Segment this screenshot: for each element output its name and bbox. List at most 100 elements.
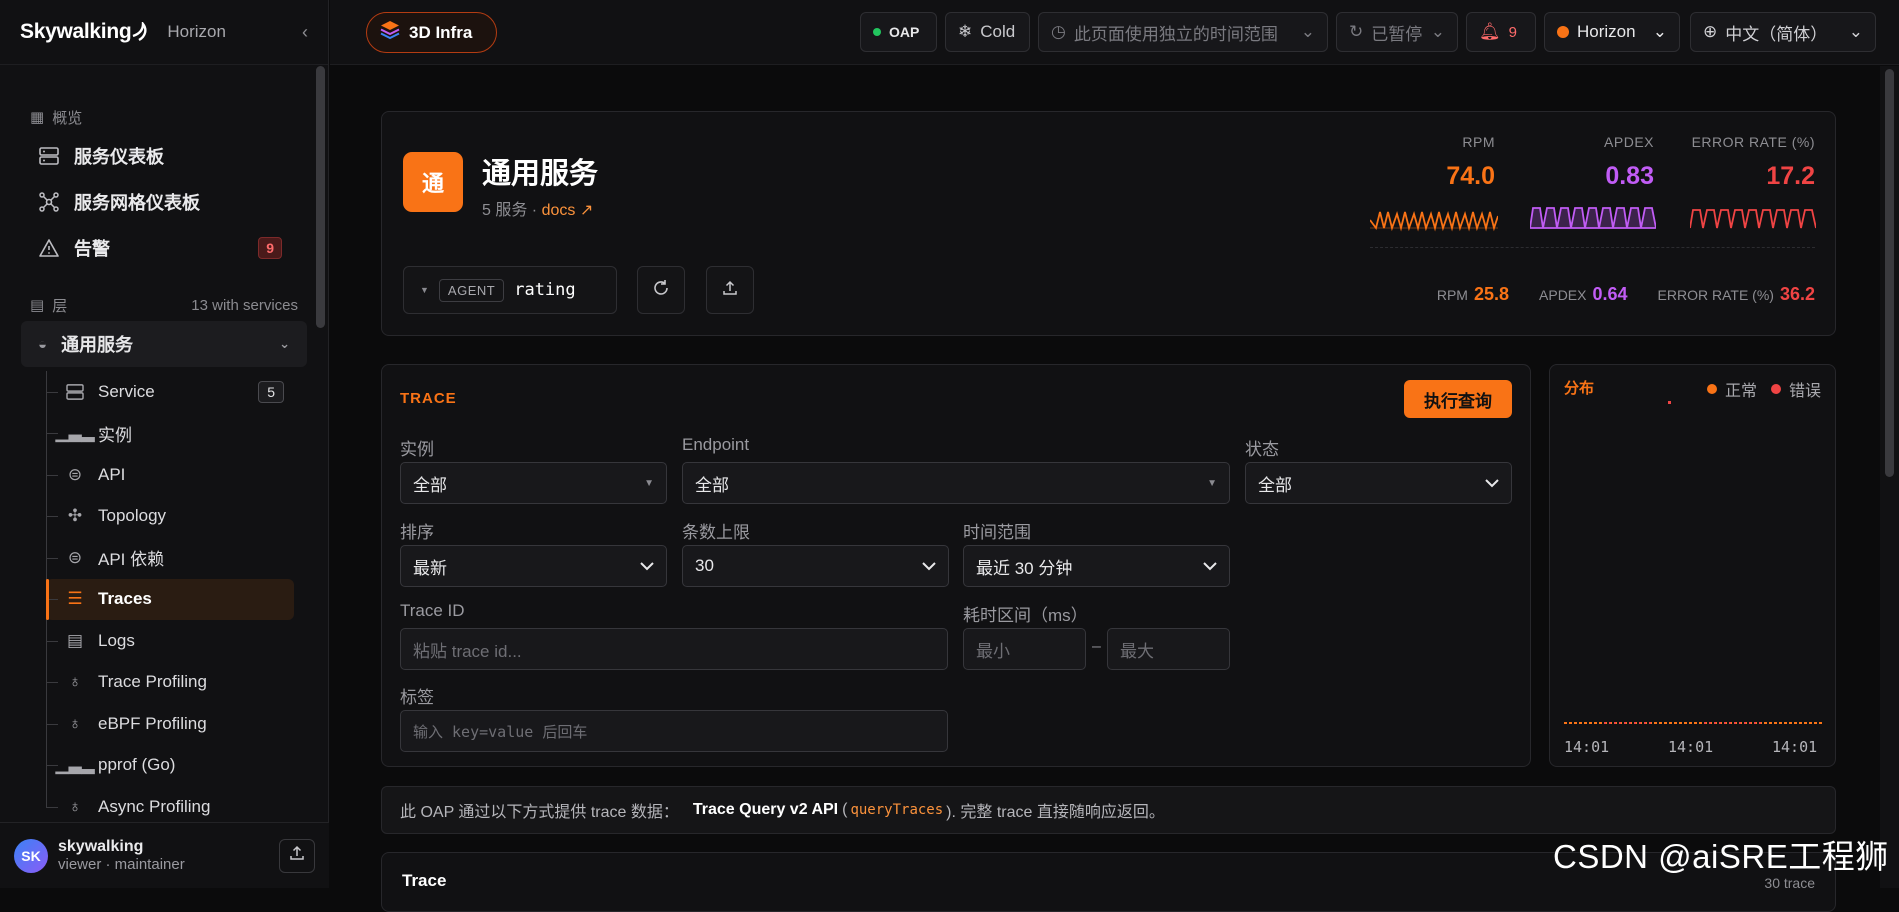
warning-icon <box>38 237 60 259</box>
caret-down-icon: ▼ <box>420 285 429 295</box>
nav-label: 告警 <box>74 239 110 259</box>
auto-refresh-toggle[interactable]: ↻ 已暂停 ⌄ <box>1336 12 1458 52</box>
layer-subnav: Service 5 ▁▃▂ 实例 ⊜ API ✣ Topology ⊜ API … <box>46 371 328 828</box>
metric-apdex: APDEX 0.83 <box>1604 134 1654 191</box>
status-select[interactable]: 全部 <box>1245 462 1512 504</box>
bell-icon: 🔔︎ <box>1479 22 1501 41</box>
sort-select[interactable]: 最新 <box>400 545 667 587</box>
docs-link[interactable]: docs ↗ <box>542 202 594 219</box>
service-count-text: 5 服务 · <box>482 202 538 219</box>
status-dot <box>873 28 881 36</box>
x-tick: 14:01 <box>1772 738 1818 756</box>
run-query-button[interactable]: 执行查询 <box>1404 380 1512 418</box>
distribution-baseline <box>1564 722 1822 724</box>
time-range-select[interactable]: ◷ 此页面使用独立的时间范围 ⌄ <box>1038 12 1328 52</box>
status-label: 状态 <box>1245 440 1279 459</box>
error-rate-sparkline <box>1690 209 1816 229</box>
layer-section-label: 层 <box>52 297 68 315</box>
distribution-title: 分布 <box>1564 380 1595 397</box>
sub-metric-label: ERROR RATE (%) <box>1657 287 1774 303</box>
chevron-down-icon <box>640 556 654 576</box>
collapse-sidebar-icon[interactable]: ‹ <box>302 22 308 43</box>
subnav-ebpf-profiling[interactable]: ♁ eBPF Profiling <box>46 703 294 745</box>
service-icon: 通 <box>403 152 463 212</box>
sidebar-scrollbar[interactable] <box>316 66 325 328</box>
nav-mesh-dashboard[interactable]: 服务网格仪表板 <box>0 179 328 225</box>
export-button[interactable] <box>706 266 754 314</box>
upload-icon <box>289 845 305 866</box>
info-text: ). 完整 trace 直接随响应返回。 <box>946 804 1165 821</box>
tags-label: 标签 <box>400 688 434 707</box>
horizon-select[interactable]: Horizon ⌄ <box>1544 12 1680 52</box>
nav-alerts[interactable]: 告警 9 <box>0 225 328 271</box>
subnav-instance[interactable]: ▁▃▂ 实例 <box>46 413 294 455</box>
caret-down-icon: ▼ <box>1207 477 1217 489</box>
legend-ok-dot <box>1706 384 1717 394</box>
instance-select[interactable]: 全部 ▼ <box>400 462 667 504</box>
oap-status[interactable]: OAP <box>860 12 937 52</box>
snowflake-icon: ❄ <box>958 22 973 41</box>
subnav-service[interactable]: Service 5 <box>46 371 294 413</box>
bar-chart-icon: ▁▃▂ <box>55 755 95 775</box>
subnav-label: Traces <box>98 589 152 609</box>
agent-service-select[interactable]: ▼ AGENT rating <box>403 266 617 314</box>
info-paren: ( <box>842 801 848 818</box>
alerts-button[interactable]: 🔔︎ 9 <box>1466 12 1536 52</box>
subnav-topology[interactable]: ✣ Topology <box>46 496 294 538</box>
subnav-logs[interactable]: ▤ Logs <box>46 620 294 662</box>
duration-min-input[interactable]: 最小 <box>963 628 1086 670</box>
subnav-api[interactable]: ⊜ API <box>46 454 294 496</box>
user-role: viewer · maintainer <box>58 856 185 873</box>
tags-input[interactable]: 输入 key=value 后回车 <box>400 710 948 752</box>
subnav-label: API <box>98 464 126 484</box>
overview-section: ▦ 概览 <box>0 105 328 129</box>
main-scrollbar[interactable] <box>1880 66 1899 888</box>
agent-name: rating <box>514 280 576 300</box>
subnav-trace-profiling[interactable]: ♁ Trace Profiling <box>46 662 294 704</box>
time-range-select[interactable]: 最近 30 分钟 <box>963 545 1230 587</box>
chevron-down-icon <box>1485 473 1499 493</box>
cold-toggle[interactable]: ❄ Cold <box>945 12 1030 52</box>
subnav-label: Trace Profiling <box>98 672 207 692</box>
bowl-icon: ◒ <box>38 335 48 353</box>
bar-chart-icon: ▁▃▂ <box>55 423 95 443</box>
network-icon: ✣ <box>67 506 83 526</box>
sub-metric-error-rate: ERROR RATE (%) 36.2 <box>1658 284 1815 305</box>
overview-section-label: 概览 <box>52 109 83 127</box>
clock-icon: ◷ <box>1051 22 1066 41</box>
skywalking-logo[interactable]: Skywalking <box>20 20 149 44</box>
legend-err-label: 错误 <box>1788 383 1821 400</box>
layer-group-general[interactable]: ◒ 通用服务 ⌄ <box>21 321 307 367</box>
refresh-button[interactable] <box>637 266 685 314</box>
nav-service-dashboard[interactable]: 服务仪表板 <box>0 133 328 179</box>
subnav-label: Service <box>98 381 155 401</box>
instance-metrics: RPM 25.8 APDEX 0.64 ERROR RATE (%) 36.2 <box>1437 284 1815 305</box>
chevron-down-icon: ⌄ <box>279 336 290 351</box>
trace-query-card: TRACE 执行查询 实例 全部 ▼ Endpoint 全部 ▼ 状态 全部 排… <box>381 364 1531 767</box>
sub-metric-value: 36.2 <box>1779 284 1815 304</box>
avatar[interactable]: SK <box>14 838 48 873</box>
duration-max-input[interactable]: 最大 <box>1107 628 1230 670</box>
logout-button[interactable] <box>279 838 315 873</box>
info-text: 此 OAP 通过以下方式提供 trace 数据： <box>400 804 679 821</box>
service-header-card: 通 通用服务 5 服务 · docs ↗ RPM 74.0 APDEX 0.83… <box>381 111 1836 336</box>
alert-count-badge: 9 <box>258 237 282 259</box>
nav-label: 服务仪表板 <box>74 147 164 167</box>
endpoint-select[interactable]: 全部 ▼ <box>682 462 1230 504</box>
layer-count: 13 with services <box>191 296 298 314</box>
api-name: Trace Query v2 API <box>692 801 839 818</box>
sidebar: Skywalking Horizon ‹ ▦ 概览 服务仪表板 服务网格仪表板 … <box>0 0 329 888</box>
subnav-api-dependency[interactable]: ⊜ API 依赖 <box>46 537 294 579</box>
api-icon: ⊜ <box>67 547 83 567</box>
api-code: queryTraces <box>850 802 944 818</box>
subnav-traces[interactable]: ☰ Traces <box>46 578 294 620</box>
limit-value: 30 <box>695 556 714 575</box>
subnav-label: pprof (Go) <box>98 755 176 775</box>
trace-id-input[interactable]: 粘贴 trace id... <box>400 628 948 670</box>
limit-select[interactable]: 30 <box>682 545 949 587</box>
subnav-pprof[interactable]: ▁▃▂ pprof (Go) <box>46 745 294 787</box>
3d-infra-button[interactable]: 3D Infra <box>366 12 497 53</box>
language-select[interactable]: ⊕ 中文（简体） ⌄ <box>1690 12 1876 52</box>
document-icon: ▤ <box>66 630 84 650</box>
scroll-thumb[interactable] <box>1885 69 1894 477</box>
